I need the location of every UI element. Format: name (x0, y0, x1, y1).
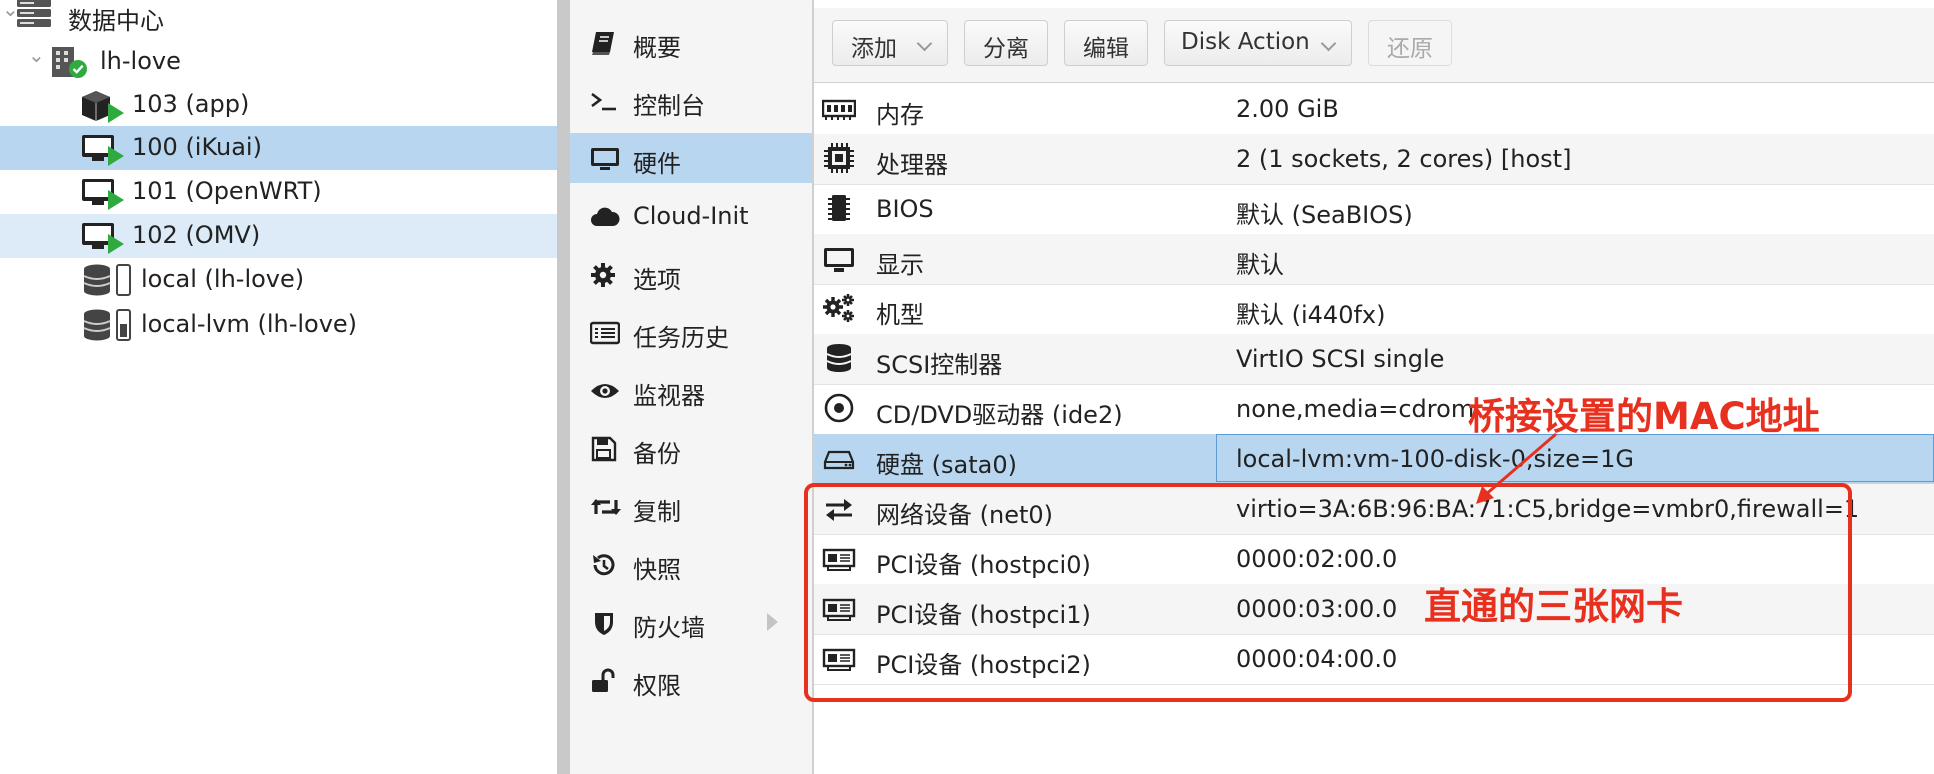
memory-icon (821, 96, 857, 122)
chip-icon (822, 195, 856, 222)
eye-icon (590, 378, 619, 402)
annotation-box (804, 483, 1852, 702)
monitor-icon (590, 146, 619, 170)
hw-name: BIOS (876, 195, 934, 223)
hw-value: 默认 (1236, 251, 1284, 279)
cpu-icon (822, 143, 856, 173)
hardware-toolbar: 添加 分离 编辑 Disk Action 还原 (814, 8, 1934, 83)
cogs-icon (822, 294, 856, 322)
hw-row-memory[interactable]: 内存 2.00 GiB (814, 84, 1934, 135)
nav-item-options[interactable]: 选项 (570, 249, 813, 299)
hw-value: VirtIO SCSI single (1236, 345, 1445, 373)
chevron-down-icon[interactable]: ⌄ (28, 43, 45, 67)
panel-splitter[interactable] (557, 0, 570, 774)
history-icon (590, 552, 618, 576)
edit-button[interactable]: 编辑 (1064, 20, 1148, 66)
terminal-icon (590, 88, 618, 112)
tree-item-label: local (lh-love) (141, 265, 305, 293)
hdd-icon (822, 446, 856, 472)
config-nav: 概要 控制台 硬件 Cloud-Init 选项 任务历史 监视器 备份 复制 快… (570, 0, 813, 774)
building-online-icon (50, 45, 90, 85)
vm-monitor-running-icon (80, 132, 126, 172)
hw-name: 处理器 (876, 151, 948, 179)
retweet-icon (590, 494, 621, 518)
hw-value: 2.00 GiB (1236, 95, 1339, 123)
hw-value: 默认 (SeaBIOS) (1236, 201, 1413, 229)
hw-name: 机型 (876, 301, 924, 329)
storage-database-icon (82, 263, 134, 303)
datacenter-label: 数据中心 (68, 7, 164, 35)
annotation-mac-label: 桥接设置的MAC地址 (1468, 395, 1820, 438)
vm-monitor-running-icon (80, 220, 126, 260)
tree-node-lh-love[interactable]: ⌄ lh-love (0, 40, 557, 84)
database-icon (822, 344, 856, 372)
nav-item-snapshots[interactable]: 快照 (570, 539, 813, 589)
tree-item-label: 101 (OpenWRT) (132, 177, 322, 205)
hw-name: CD/DVD驱动器 (ide2) (876, 401, 1123, 429)
nav-item-task-history[interactable]: 任务历史 (570, 307, 813, 357)
nav-item-permissions[interactable]: 权限 (570, 655, 813, 705)
nav-item-cloud-init[interactable]: Cloud-Init (570, 191, 813, 241)
disk-action-button[interactable]: Disk Action (1164, 20, 1352, 66)
hw-row-scsi-controller[interactable]: SCSI控制器 VirtIO SCSI single (814, 334, 1934, 385)
revert-button[interactable]: 还原 (1368, 20, 1452, 66)
tree-item-label: local-lvm (lh-love) (141, 310, 358, 338)
cloud-icon (590, 204, 620, 228)
floppy-icon (590, 436, 618, 462)
hw-value: 2 (1 sockets, 2 cores) [host] (1236, 145, 1572, 173)
vm-monitor-running-icon (80, 176, 126, 216)
tree-item-100-ikuai[interactable]: 100 (iKuai) (0, 126, 557, 170)
tree-item-local-lvm[interactable]: local-lvm (lh-love) (0, 303, 557, 347)
hw-name: 硬盘 (sata0) (876, 451, 1017, 479)
nav-item-hardware[interactable]: 硬件 (570, 133, 813, 183)
book-icon (590, 30, 618, 55)
list-icon (589, 320, 621, 345)
unlock-icon (590, 668, 618, 692)
tree-item-101-openwrt[interactable]: 101 (OpenWRT) (0, 170, 557, 214)
tree-item-local[interactable]: local (lh-love) (0, 258, 557, 302)
storage-database-icon (82, 308, 134, 348)
shield-icon (590, 610, 618, 635)
resource-tree: ⌄ 数据中心 ⌄ lh-love 103 (app) 100 (iKuai) 1… (0, 0, 557, 774)
nav-item-summary[interactable]: 概要 (570, 17, 813, 67)
hw-row-hard-disk[interactable]: 硬盘 (sata0) local-lvm:vm-100-disk-0,size=… (814, 434, 1934, 485)
tree-item-label: 100 (iKuai) (132, 133, 262, 161)
nav-item-monitor[interactable]: 监视器 (570, 365, 813, 415)
gear-icon (590, 262, 618, 287)
disc-icon (822, 393, 856, 423)
chevron-down-icon (1320, 35, 1337, 52)
hw-name: 显示 (876, 251, 924, 279)
tree-item-102-omv[interactable]: 102 (OMV) (0, 214, 557, 258)
tree-item-label: 102 (OMV) (132, 221, 261, 249)
hw-name: SCSI控制器 (876, 351, 1003, 379)
hw-value: local-lvm:vm-100-disk-0,size=1G (1236, 445, 1635, 473)
container-cube-running-icon (80, 89, 126, 129)
detach-button[interactable]: 分离 (964, 20, 1048, 66)
node-label: lh-love (100, 47, 181, 75)
nav-item-firewall[interactable]: 防火墙 (570, 597, 813, 647)
tree-item-103-app[interactable]: 103 (app) (0, 83, 557, 127)
hw-row-machine[interactable]: 机型 默认 (i440fx) (814, 284, 1934, 335)
nav-item-console[interactable]: 控制台 (570, 75, 813, 125)
annotation-nic-label: 直通的三张网卡 (1424, 585, 1683, 628)
hw-value: 默认 (i440fx) (1236, 301, 1386, 329)
hw-row-display[interactable]: 显示 默认 (814, 234, 1934, 285)
hw-name: 内存 (876, 101, 924, 129)
display-icon (822, 246, 856, 272)
hw-value: none,media=cdrom (1236, 395, 1475, 423)
nav-item-replication[interactable]: 复制 (570, 481, 813, 531)
annotation-arrow (1476, 432, 1557, 504)
expand-arrow-icon[interactable] (767, 613, 778, 631)
tree-item-label: 103 (app) (132, 90, 250, 118)
nav-item-backup[interactable]: 备份 (570, 423, 813, 473)
hw-row-bios[interactable]: BIOS 默认 (SeaBIOS) (814, 184, 1934, 235)
tree-datacenter[interactable]: ⌄ 数据中心 (0, 0, 557, 38)
server-icon (16, 0, 52, 34)
chevron-down-icon (916, 35, 933, 52)
add-button[interactable]: 添加 (832, 20, 948, 66)
hw-row-processor[interactable]: 处理器 2 (1 sockets, 2 cores) [host] (814, 134, 1934, 185)
